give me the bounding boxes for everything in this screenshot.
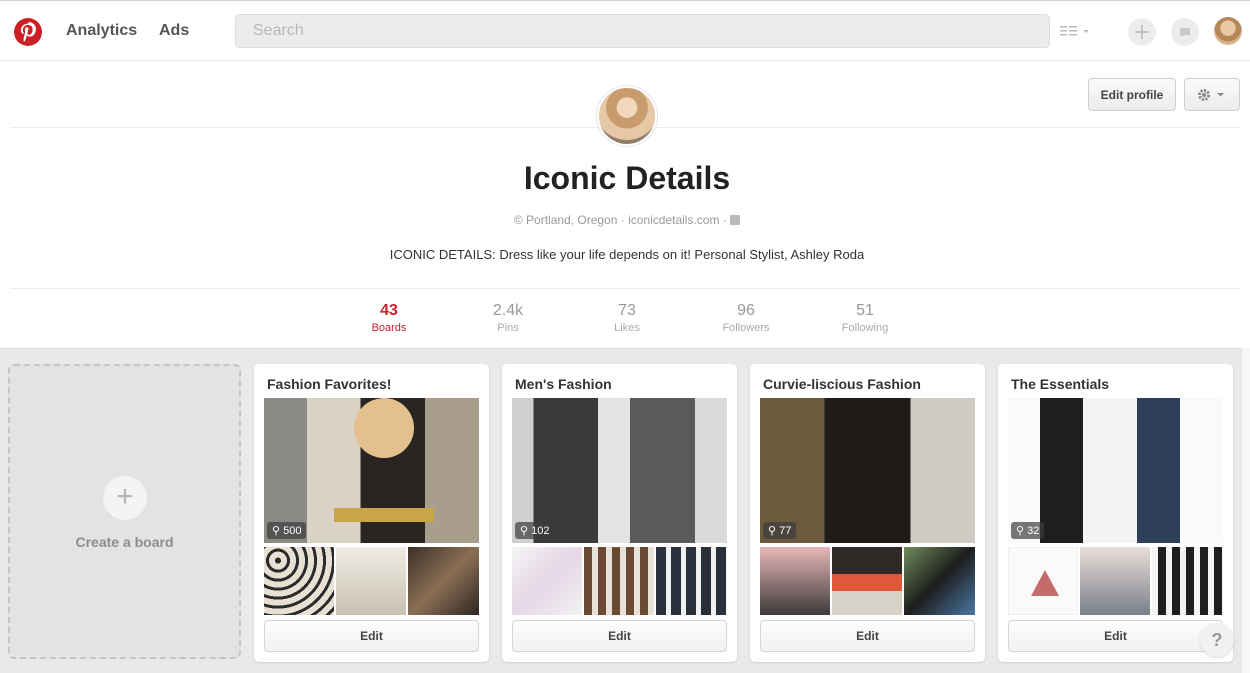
board-card[interactable]: Curvie-liscious Fashion ⚲ 77 Edit — [750, 364, 985, 662]
scrollbar[interactable] — [1241, 348, 1250, 673]
settings-gear-icon — [1198, 88, 1224, 101]
search-bar[interactable] — [235, 14, 1050, 48]
stat-pins-tab[interactable]: 2.4k Pins — [468, 302, 548, 334]
board-thumbnail[interactable] — [1080, 547, 1150, 615]
profile-location: Portland, Oregon — [526, 213, 618, 227]
board-card[interactable]: Fashion Favorites! ⚲ 500 Edit — [254, 364, 489, 662]
stat-value: 43 — [380, 302, 398, 319]
pinterest-logo-icon[interactable] — [14, 18, 42, 46]
stat-value: 96 — [737, 302, 755, 319]
board-title: Men's Fashion — [515, 376, 612, 392]
stat-value: 51 — [856, 302, 874, 319]
pin-count-badge: ⚲ 500 — [267, 522, 307, 539]
messages-icon[interactable] — [1171, 18, 1199, 46]
stat-label: Likes — [614, 322, 640, 334]
user-avatar[interactable] — [1214, 17, 1242, 45]
stat-label: Followers — [722, 322, 770, 334]
list-view-icon[interactable] — [1060, 25, 1090, 39]
boards-grid: + Create a board Fashion Favorites! ⚲ 50… — [0, 348, 1250, 673]
stat-boards-tab[interactable]: 43 Boards — [349, 302, 429, 334]
board-title: The Essentials — [1011, 376, 1110, 392]
profile-meta: © Portland, Oregon · iconicdetails.com · — [0, 213, 1250, 227]
create-board-card[interactable]: + Create a board — [8, 364, 241, 659]
board-thumbnail[interactable] — [1008, 547, 1078, 615]
pin-icon: ⚲ — [1016, 525, 1025, 537]
profile-name: Iconic Details — [523, 160, 731, 196]
board-cover-image[interactable]: ⚲ 32 — [1008, 398, 1223, 543]
profile-stats: 43 Boards 2.4k Pins 73 Likes 96 Follower… — [0, 302, 1250, 338]
board-title: Curvie-liscious Fashion — [763, 376, 921, 392]
profile-avatar[interactable] — [597, 86, 657, 146]
board-thumbnail[interactable] — [1152, 547, 1223, 615]
stat-likes-tab[interactable]: 73 Likes — [587, 302, 667, 334]
pin-count-badge: ⚲ 32 — [1011, 522, 1045, 539]
help-icon[interactable]: ? — [1200, 623, 1234, 657]
cover-figure — [354, 398, 414, 458]
board-thumbnail[interactable] — [904, 547, 975, 615]
board-thumbnail[interactable] — [408, 547, 479, 615]
board-cover-image[interactable]: ⚲ 102 — [512, 398, 727, 543]
facebook-icon[interactable] — [730, 215, 741, 225]
stat-label: Pins — [497, 322, 519, 334]
board-edit-button[interactable]: Edit — [512, 620, 727, 652]
board-cover-image[interactable]: ⚲ 500 — [264, 398, 479, 543]
board-cover-image[interactable]: ⚲ 77 — [760, 398, 975, 543]
stat-followers-tab[interactable]: 96 Followers — [706, 302, 786, 334]
profile-website-link[interactable]: iconicdetails.com — [628, 213, 719, 227]
edit-profile-label: Edit profile — [1100, 87, 1164, 102]
nav-ads-link[interactable]: Ads — [159, 22, 189, 40]
board-edit-button[interactable]: Edit — [1008, 620, 1223, 652]
board-thumbnail[interactable] — [336, 547, 406, 615]
add-board-icon: + — [103, 476, 147, 520]
stat-value: 2.4k — [492, 302, 524, 319]
top-navigation-bar: Analytics Ads — [0, 0, 1250, 61]
pin-count-badge: ⚲ 102 — [515, 522, 555, 539]
pin-icon: ⚲ — [768, 525, 777, 537]
search-input[interactable] — [236, 15, 1049, 47]
edit-profile-button[interactable]: Edit profile — [1088, 78, 1176, 111]
profile-about: ICONIC DETAILS: Dress like your life dep… — [389, 247, 865, 262]
stat-label: Following — [841, 322, 889, 334]
nav-analytics-link[interactable]: Analytics — [66, 22, 137, 40]
pin-count-badge: ⚲ 77 — [763, 522, 797, 539]
board-thumbnail[interactable] — [760, 547, 830, 615]
board-edit-button[interactable]: Edit — [264, 620, 479, 652]
board-thumbnail[interactable] — [264, 547, 334, 615]
board-card[interactable]: Men's Fashion ⚲ 102 Edit — [502, 364, 737, 662]
location-icon: © — [513, 213, 523, 227]
board-thumbnail[interactable] — [832, 547, 902, 615]
stat-following-tab[interactable]: 51 Following — [825, 302, 905, 334]
pin-icon: ⚲ — [272, 525, 281, 537]
board-thumbnail[interactable] — [656, 547, 727, 615]
create-board-label: Create a board — [75, 534, 174, 550]
board-thumbnail[interactable] — [584, 547, 654, 615]
stat-label: Boards — [371, 322, 407, 334]
board-title: Fashion Favorites! — [267, 376, 392, 392]
board-edit-button[interactable]: Edit — [760, 620, 975, 652]
stats-divider — [10, 288, 1240, 289]
pin-icon: ⚲ — [520, 525, 529, 537]
board-thumbnail[interactable] — [512, 547, 582, 615]
stat-value: 73 — [618, 302, 636, 319]
add-icon[interactable] — [1128, 18, 1156, 46]
board-card[interactable]: The Essentials ⚲ 32 Edit — [998, 364, 1233, 662]
settings-dropdown-button[interactable] — [1184, 78, 1240, 111]
cover-detail — [334, 508, 434, 522]
